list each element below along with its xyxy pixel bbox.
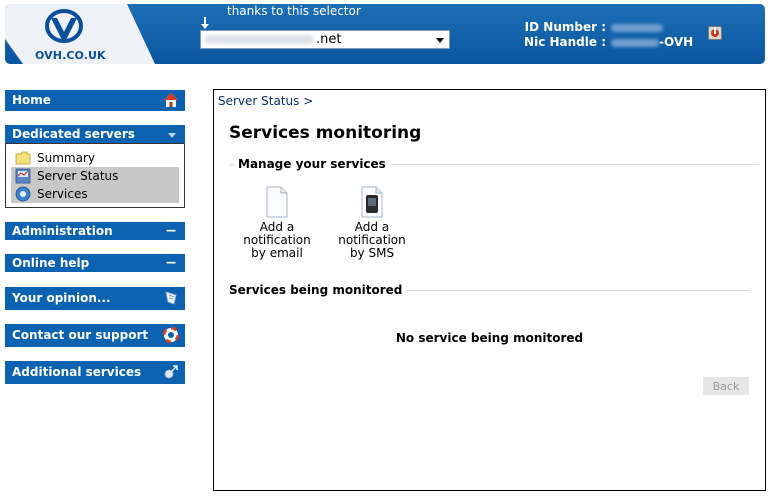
sidebar-item-label: Your opinion... <box>12 291 111 305</box>
home-icon <box>164 93 178 107</box>
services-icon <box>15 186 31 202</box>
chevron-down-icon <box>168 133 176 138</box>
sidebar-item-administration[interactable]: Administration − <box>5 222 185 240</box>
feedback-icon <box>165 291 177 305</box>
lifebuoy-icon <box>163 327 179 343</box>
empty-state-message: No service being monitored <box>395 331 584 345</box>
sidebar-item-label: Dedicated servers <box>12 127 135 141</box>
id-number-label: ID Number : <box>524 20 606 34</box>
domain-selector[interactable]: .net <box>200 30 450 49</box>
logout-icon[interactable] <box>708 26 722 40</box>
chevron-down-icon <box>436 38 444 43</box>
breadcrumb[interactable]: Server Status > <box>218 94 313 108</box>
sidebar-item-additional-services[interactable]: Additional services <box>5 361 185 384</box>
dedicated-servers-submenu: Summary Server Status Services <box>5 143 185 208</box>
add-email-notification-button[interactable]: Add a notification by email <box>237 186 317 260</box>
email-document-icon <box>266 186 288 218</box>
folder-icon <box>15 151 31 165</box>
sidebar-subitem-summary[interactable]: Summary <box>11 149 179 167</box>
arrow-down-icon <box>201 17 209 29</box>
sidebar-subitem-label: Summary <box>37 151 95 165</box>
sidebar-item-label: Contact our support <box>12 328 149 342</box>
sidebar-item-label: Administration <box>12 224 113 238</box>
add-sms-notification-button[interactable]: Add a notification by SMS <box>332 186 412 260</box>
manage-services-heading: Manage your services <box>234 157 391 171</box>
sidebar-item-label: Home <box>12 93 51 107</box>
sidebar-subitem-label: Services <box>37 187 88 201</box>
page-title: Services monitoring <box>229 123 422 143</box>
sidebar-subitem-server-status[interactable]: Server Status <box>11 167 179 185</box>
sidebar-item-your-opinion[interactable]: Your opinion... <box>5 287 185 310</box>
nic-handle-redacted <box>611 38 659 47</box>
domain-name-redacted <box>204 35 314 44</box>
action-label-line: by SMS <box>349 246 395 260</box>
id-number-value <box>611 20 693 35</box>
domain-tld: .net <box>316 32 342 47</box>
sidebar-item-dedicated-servers[interactable]: Dedicated servers <box>5 125 185 143</box>
id-number-redacted <box>611 23 663 32</box>
sidebar-item-home[interactable]: Home <box>5 90 185 111</box>
sidebar-item-contact-support[interactable]: Contact our support <box>5 324 185 347</box>
back-button[interactable]: Back <box>703 377 749 395</box>
nic-handle-label: Nic Handle : <box>524 35 606 49</box>
account-labels: ID Number : Nic Handle : <box>524 20 606 50</box>
collapse-icon: − <box>165 255 177 271</box>
top-header: OVH.CO.UK thanks to this selector .net I… <box>5 4 765 64</box>
sidebar-subitem-label: Server Status <box>37 169 119 183</box>
logo-text: OVH.CO.UK <box>35 49 106 62</box>
nic-handle-suffix: -OVH <box>659 35 694 49</box>
additional-services-icon <box>164 365 178 379</box>
action-label-line: by email <box>251 246 303 260</box>
server-status-icon <box>15 168 31 184</box>
sidebar-item-online-help[interactable]: Online help − <box>5 254 185 272</box>
account-values: -OVH <box>611 20 693 50</box>
sidebar-subitem-services[interactable]: Services <box>11 185 179 203</box>
monitored-services-heading: Services being monitored <box>229 283 408 297</box>
logo-plate: OVH.CO.UK <box>5 4 155 64</box>
main-panel: Server Status > Services monitoring Mana… <box>213 89 766 491</box>
selector-caption: thanks to this selector <box>227 4 361 18</box>
nic-handle-value: -OVH <box>611 35 693 50</box>
collapse-icon: − <box>165 223 177 239</box>
phone-document-icon <box>361 186 383 218</box>
sidebar-item-label: Online help <box>12 256 90 270</box>
ovh-logo-icon[interactable] <box>43 9 85 47</box>
sidebar-item-label: Additional services <box>12 365 142 379</box>
